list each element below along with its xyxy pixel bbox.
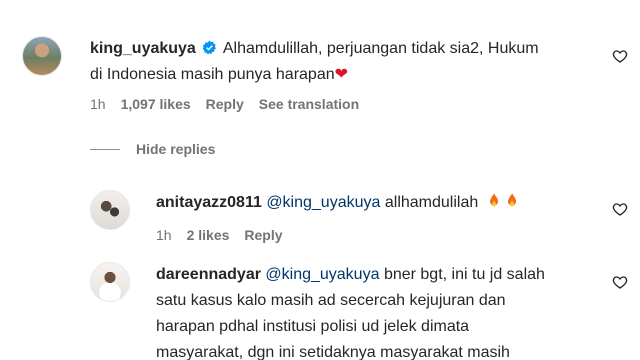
reply-username[interactable]: dareennadyar [156,266,261,283]
reply-time: 1h [156,227,172,243]
fire-emoji-icon [507,193,516,207]
verified-badge-icon [202,40,217,55]
comment-username[interactable]: king_uyakuya [90,40,196,57]
reply-text-line3: harapan pdhal institusi polisi ud jelek … [156,318,470,335]
like-heart-icon[interactable] [612,274,628,290]
avatar-dareennadyar[interactable] [90,262,130,302]
reply-likes-count[interactable]: 2 likes [187,227,230,243]
like-heart-icon[interactable] [612,201,628,217]
like-heart-icon[interactable] [612,48,628,64]
comment-meta: 1h 1,097 likes Reply See translation [90,96,359,112]
reply-text-line4: masyarakat, dgn ini setidaknya masyaraka… [156,344,510,360]
comment-text-line1: Alhamdulillah, perjuangan tidak sia2, Hu… [222,40,539,57]
divider-line [90,148,120,150]
fire-emoji-icon [489,193,498,207]
comment-time: 1h [90,96,106,112]
reply-button[interactable]: Reply [244,227,282,243]
mention-link[interactable]: @king_uyakuya [265,266,379,283]
reply-text-line2: satu kasus kalo masih ad secercah kejuju… [156,292,506,309]
reply-button[interactable]: Reply [206,96,244,112]
comment-likes-count[interactable]: 1,097 likes [121,96,191,112]
mention-link[interactable]: @king_uyakuya [266,194,380,211]
reply-username[interactable]: anitayazz0811 [156,194,262,211]
reply-text: allhamdulilah [384,194,479,211]
avatar-anitayazz0811[interactable] [90,190,130,230]
see-translation-button[interactable]: See translation [259,96,359,112]
avatar-king-uyakuya[interactable] [22,36,62,76]
hide-replies-label: Hide replies [136,141,216,157]
reply-dareennadyar: dareennadyar @king_uyakuya bner bgt, ini… [156,262,596,360]
comment-text-line2: di Indonesia masih punya harapan [90,66,335,83]
hide-replies-button[interactable]: Hide replies [90,141,215,157]
reply-text-line1: bner bgt, ini tu jd salah [383,266,545,283]
heart-emoji: ❤ [334,66,349,83]
comment-king-uyakuya: king_uyakuya Alhamdulillah, perjuangan t… [90,36,600,88]
reply-anitayazz0811: anitayazz0811 @king_uyakuya allhamdulila… [156,190,596,216]
reply-meta: 1h 2 likes Reply [156,227,283,243]
